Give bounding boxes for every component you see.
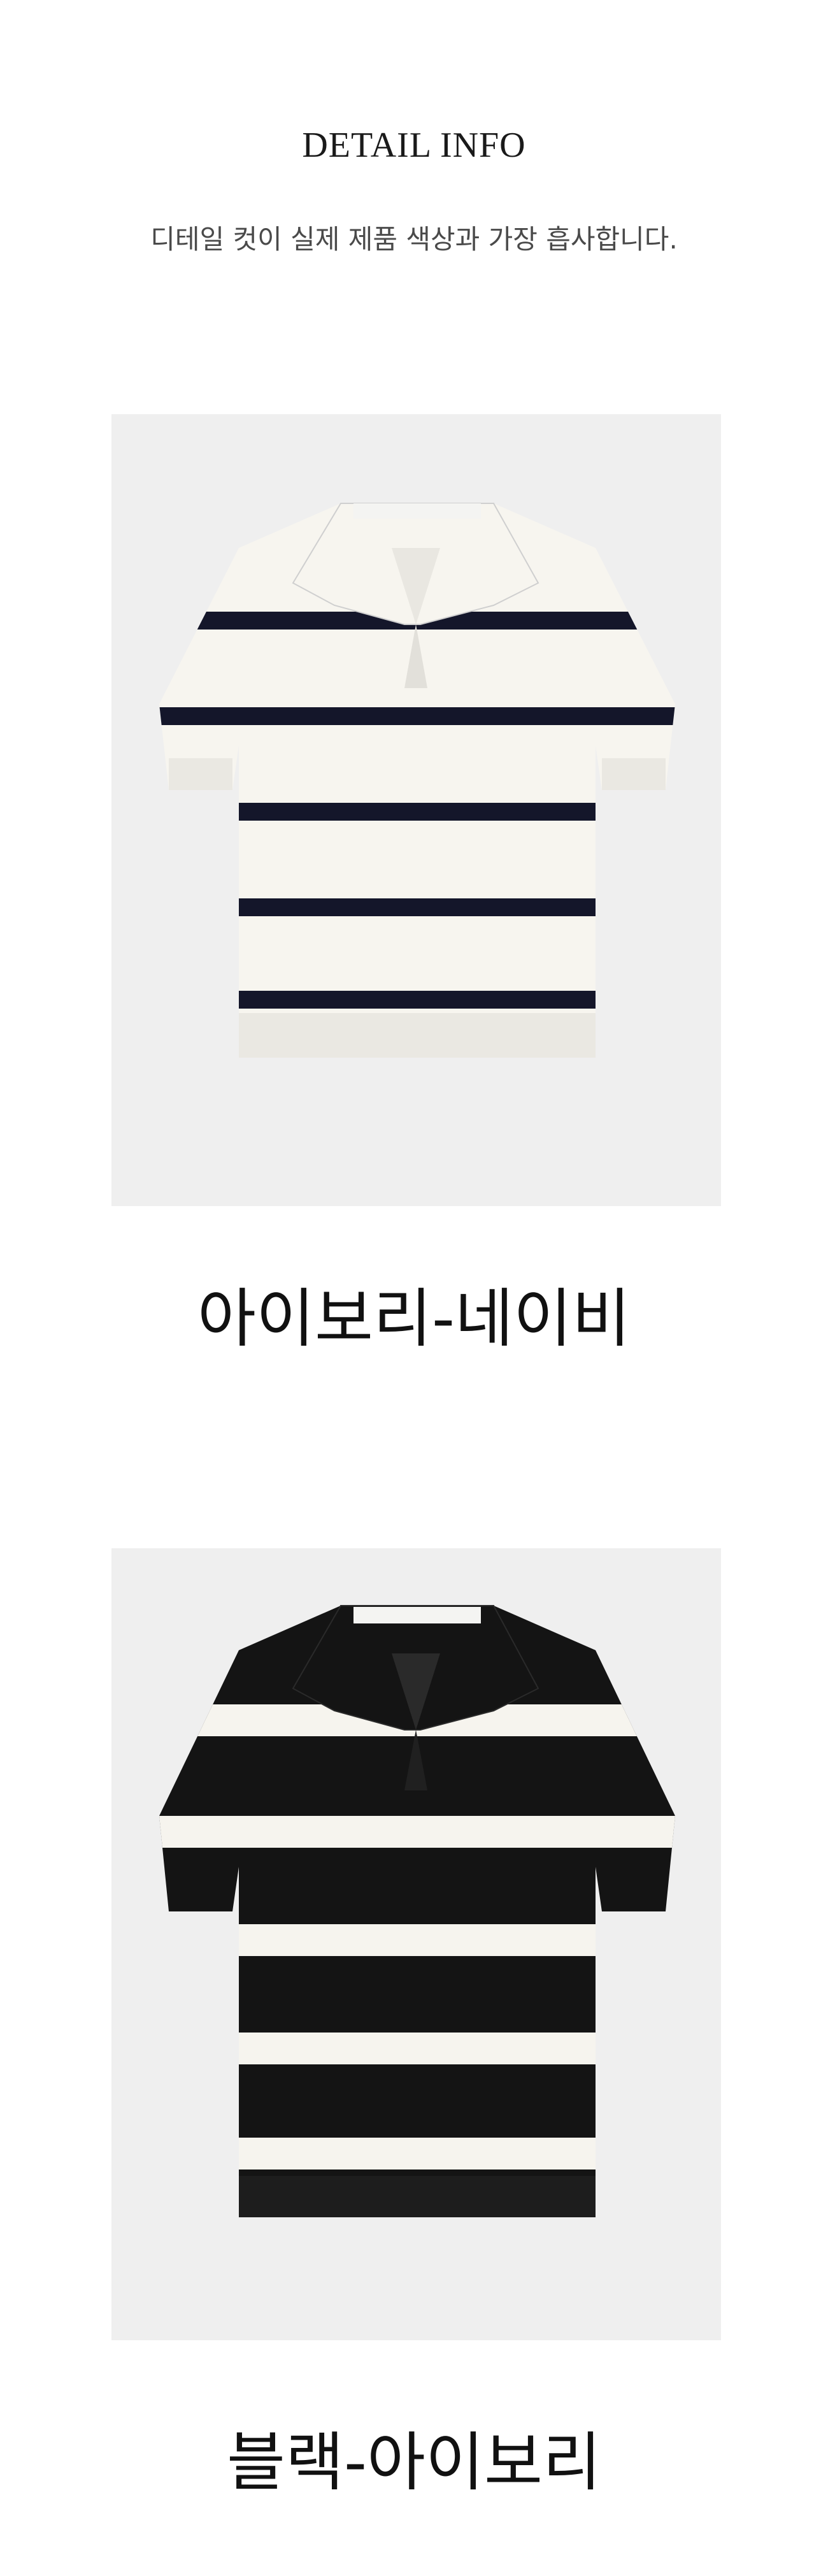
polo-shirt-illustration-black-ivory [159,1605,675,2217]
product-photo-black-ivory [111,1548,721,2340]
product-caption-black-ivory: 블랙-아이보리 [226,2425,602,2500]
detail-note: 디테일 컷이 실제 제품 색상과 가장 흡사합니다. [150,224,678,255]
page-title: DETAIL INFO [302,126,526,165]
polo-shirt-illustration-ivory-navy [159,503,675,1058]
product-caption-ivory-navy: 아이보리-네이비 [197,1281,631,1356]
product-photo-ivory-navy [111,414,721,1206]
